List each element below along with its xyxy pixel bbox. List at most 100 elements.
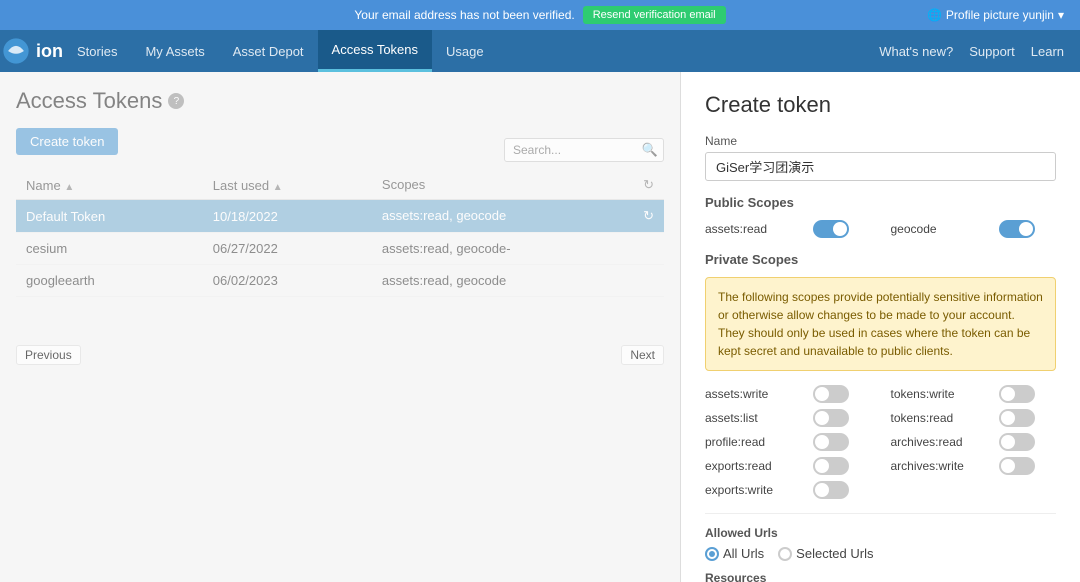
- nav-links: Stories My Assets Asset Depot Access Tok…: [63, 30, 498, 72]
- private-scope-tokens:write: tokens:write: [891, 385, 1057, 403]
- public-scopes-label: Public Scopes: [705, 195, 1056, 210]
- scope-label-assets:write: assets:write: [705, 387, 805, 401]
- toggle-tokens:write[interactable]: [999, 385, 1035, 403]
- verify-email-button[interactable]: Resend verification email: [583, 6, 726, 24]
- radio-url-selected-urls[interactable]: Selected Urls: [778, 546, 873, 561]
- scope-label-assets:list: assets:list: [705, 411, 805, 425]
- toggle-profile:read[interactable]: [813, 433, 849, 451]
- search-area: 🔍: [504, 138, 664, 162]
- private-scope-tokens:read: tokens:read: [891, 409, 1057, 427]
- nav-learn[interactable]: Learn: [1031, 44, 1064, 59]
- nav-right: What's new? Support Learn: [879, 44, 1080, 59]
- public-scopes-grid: assets:read geocode: [705, 220, 1056, 238]
- allowed-urls-radio-group: All Urls Selected Urls: [705, 546, 1056, 561]
- table-row[interactable]: Default Token 10/18/2022 assets:read, ge…: [16, 200, 664, 233]
- private-scope-exports:write: exports:write: [705, 481, 871, 499]
- chevron-down-icon: ▾: [1058, 8, 1064, 22]
- toggle-tokens:read[interactable]: [999, 409, 1035, 427]
- toggle-assets:read[interactable]: [813, 220, 849, 238]
- scope-label-exports:read: exports:read: [705, 459, 805, 473]
- search-input[interactable]: [504, 138, 664, 162]
- refresh-icon[interactable]: ↻: [643, 177, 654, 193]
- nav-asset-depot[interactable]: Asset Depot: [219, 30, 318, 72]
- profile-area[interactable]: 🌐 Profile picture yunjin ▾: [927, 8, 1064, 22]
- right-panel: Create token Name Public Scopes assets:r…: [680, 72, 1080, 582]
- profile-label: Profile picture yunjin: [946, 8, 1054, 22]
- toggle-archives:read[interactable]: [999, 433, 1035, 451]
- nav-usage[interactable]: Usage: [432, 30, 498, 72]
- page-title: Access Tokens ?: [16, 88, 664, 114]
- cesium-logo-icon: [0, 36, 32, 66]
- private-scope-profile:read: profile:read: [705, 433, 871, 451]
- radio-dot: [778, 547, 792, 561]
- token-lastused-cell: 06/02/2023: [203, 265, 372, 297]
- col-name: Name ▲: [16, 171, 203, 200]
- sort-icon-name[interactable]: ▲: [64, 182, 74, 193]
- main-nav: ion Stories My Assets Asset Depot Access…: [0, 30, 1080, 72]
- scope-label-tokens:read: tokens:read: [891, 411, 991, 425]
- token-name-cell: googleearth: [16, 265, 203, 297]
- col-scopes: Scopes ↻: [372, 171, 664, 200]
- private-scope-exports:read: exports:read: [705, 457, 871, 475]
- nav-stories[interactable]: Stories: [63, 30, 131, 72]
- search-icon: 🔍: [642, 142, 658, 158]
- tokens-table: Name ▲ Last used ▲ Scopes ↻ Default Toke…: [16, 171, 664, 297]
- token-name-input[interactable]: [705, 152, 1056, 181]
- public-scope-assets:read: assets:read: [705, 220, 871, 238]
- allowed-urls-label: Allowed Urls: [705, 526, 1056, 540]
- toggle-assets:list[interactable]: [813, 409, 849, 427]
- scope-label-archives:read: archives:read: [891, 435, 991, 449]
- page-container: Access Tokens ? Create token 🔍 Name ▲ La…: [0, 72, 1080, 582]
- private-scopes-grid: assets:write tokens:write assets:list to…: [705, 385, 1056, 499]
- token-scopes-cell: assets:read, geocode: [372, 265, 664, 297]
- divider-urls: [705, 513, 1056, 514]
- toggle-geocode[interactable]: [999, 220, 1035, 238]
- token-scopes-cell: assets:read, geocode-: [372, 233, 664, 265]
- page-title-text: Access Tokens: [16, 88, 162, 114]
- scope-label-profile:read: profile:read: [705, 435, 805, 449]
- toggle-assets:write[interactable]: [813, 385, 849, 403]
- table-row[interactable]: googleearth 06/02/2023 assets:read, geoc…: [16, 265, 664, 297]
- nav-access-tokens[interactable]: Access Tokens: [318, 30, 432, 72]
- notification-text: Your email address has not been verified…: [354, 8, 574, 22]
- toggle-exports:write[interactable]: [813, 481, 849, 499]
- profile-icon: 🌐: [927, 8, 942, 22]
- table-row[interactable]: cesium 06/27/2022 assets:read, geocode-: [16, 233, 664, 265]
- logo-ion-text: ion: [36, 41, 63, 62]
- edit-icon[interactable]: ↻: [643, 208, 654, 224]
- sort-icon-lastused[interactable]: ▲: [273, 182, 283, 193]
- radio-dot: [705, 547, 719, 561]
- create-token-button[interactable]: Create token: [16, 128, 118, 155]
- pagination-area: Previous Next: [16, 337, 664, 373]
- token-lastused-cell: 06/27/2022: [203, 233, 372, 265]
- left-panel: Access Tokens ? Create token 🔍 Name ▲ La…: [0, 72, 680, 582]
- token-lastused-cell: 10/18/2022: [203, 200, 372, 233]
- scope-label-tokens:write: tokens:write: [891, 387, 991, 401]
- help-icon[interactable]: ?: [168, 93, 184, 109]
- scope-label-exports:write: exports:write: [705, 483, 805, 497]
- name-label: Name: [705, 134, 1056, 148]
- toggle-exports:read[interactable]: [813, 457, 849, 475]
- prev-page-button[interactable]: Previous: [16, 345, 81, 365]
- scope-label-assets:read: assets:read: [705, 222, 805, 236]
- toggle-archives:write[interactable]: [999, 457, 1035, 475]
- nav-support[interactable]: Support: [969, 44, 1015, 59]
- scope-label-archives:write: archives:write: [891, 459, 991, 473]
- radio-url-all-urls[interactable]: All Urls: [705, 546, 764, 561]
- notification-bar: Your email address has not been verified…: [0, 0, 1080, 30]
- cesium-logo: ion: [0, 36, 63, 66]
- create-token-title: Create token: [705, 92, 1056, 118]
- token-scopes-cell: assets:read, geocode↻: [372, 200, 664, 233]
- col-last-used: Last used ▲: [203, 171, 372, 200]
- token-name-cell: Default Token: [16, 200, 203, 233]
- scope-label-geocode: geocode: [891, 222, 991, 236]
- private-scopes-warning: The following scopes provide potentially…: [705, 277, 1056, 371]
- token-name-cell: cesium: [16, 233, 203, 265]
- private-scope-archives:write: archives:write: [891, 457, 1057, 475]
- private-scope-assets:write: assets:write: [705, 385, 871, 403]
- resources-label: Resources: [705, 571, 1056, 582]
- private-scope-archives:read: archives:read: [891, 433, 1057, 451]
- next-page-button[interactable]: Next: [621, 345, 664, 365]
- nav-my-assets[interactable]: My Assets: [131, 30, 218, 72]
- nav-whats-new[interactable]: What's new?: [879, 44, 953, 59]
